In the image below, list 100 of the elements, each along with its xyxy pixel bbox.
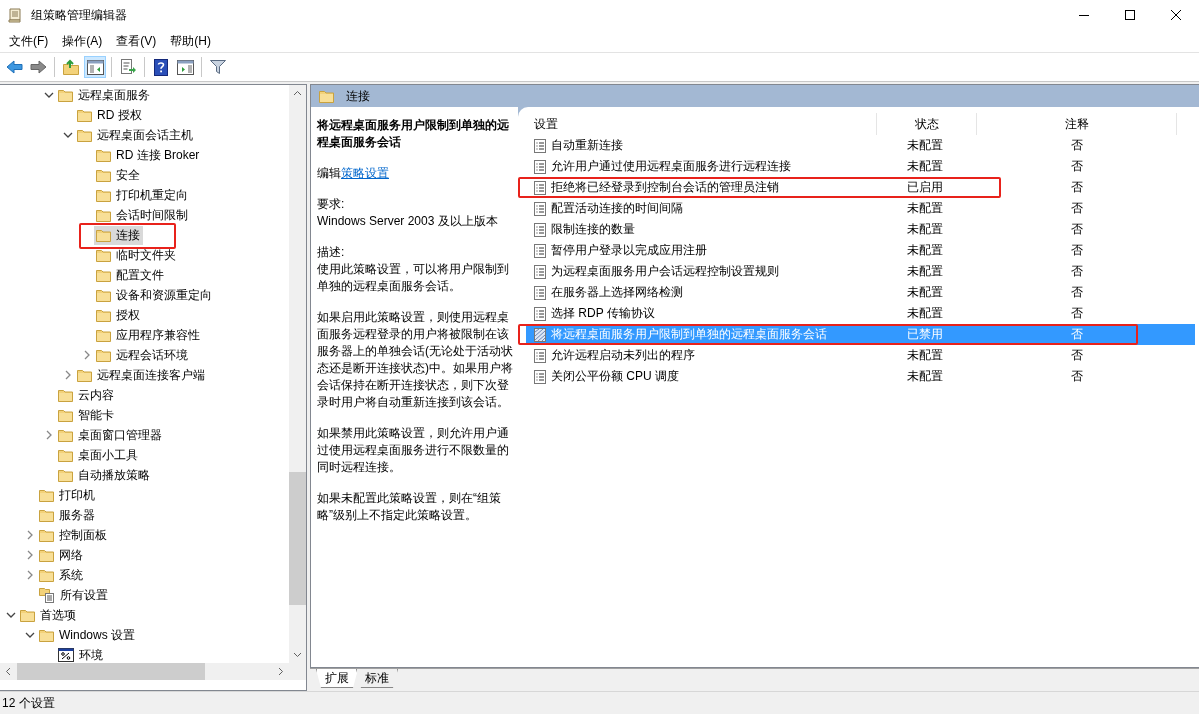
tree-item[interactable]: 智能卡 bbox=[56, 405, 117, 425]
comment-cell-text: 否 bbox=[1070, 137, 1084, 154]
setting-row[interactable]: 配置活动连接的时间间隔 未配置 否 bbox=[526, 198, 1195, 219]
folder-icon bbox=[96, 188, 111, 202]
description-paragraph: 如果未配置此策略设置，则在“组策略”级别上不指定此策略设置。 bbox=[317, 490, 502, 524]
folder-icon bbox=[20, 608, 35, 622]
tree-item[interactable]: 环境 bbox=[56, 645, 106, 663]
folder-icon bbox=[96, 268, 111, 282]
tree-item[interactable]: 系统 bbox=[37, 565, 86, 585]
tree-item[interactable]: 远程桌面服务 bbox=[56, 85, 153, 105]
folder-icon bbox=[58, 408, 73, 422]
tree-item[interactable]: Windows 设置 bbox=[37, 625, 138, 645]
chevron-right-icon[interactable] bbox=[44, 430, 54, 440]
edit-line: 编辑策略设置 bbox=[317, 165, 390, 182]
tree-item[interactable]: 云内容 bbox=[56, 385, 117, 405]
column-header[interactable]: 状态 bbox=[877, 113, 977, 135]
scroll-thumb[interactable] bbox=[17, 663, 205, 680]
list-page-icon bbox=[534, 369, 547, 384]
tree-item[interactable]: 远程桌面连接客户端 bbox=[75, 365, 208, 385]
tree-item[interactable]: 服务器 bbox=[37, 505, 98, 525]
comment-cell-text: 否 bbox=[1070, 284, 1084, 301]
chevron-down-icon[interactable] bbox=[25, 630, 35, 640]
chevron-right-icon[interactable] bbox=[63, 370, 73, 380]
chevron-right-icon[interactable] bbox=[25, 570, 35, 580]
comment-cell-text: 否 bbox=[1070, 368, 1084, 385]
tree-item[interactable]: 网络 bbox=[37, 545, 86, 565]
setting-name: 拒绝将已经登录到控制台会话的管理员注销 bbox=[551, 179, 779, 196]
setting-row[interactable]: 允许用户通过使用远程桌面服务进行远程连接 未配置 否 bbox=[526, 156, 1195, 177]
state-cell-text: 未配置 bbox=[906, 263, 944, 280]
column-header[interactable]: 注释 bbox=[977, 113, 1177, 135]
policy-title: 将远程桌面服务用户限制到单独的远程桌面服务会话 bbox=[317, 117, 510, 151]
state-cell-text: 未配置 bbox=[906, 158, 944, 175]
list-page-icon bbox=[534, 348, 547, 363]
comment-cell-text: 否 bbox=[1070, 158, 1084, 175]
chevron-right-icon[interactable] bbox=[82, 350, 92, 360]
setting-name: 为远程桌面服务用户会话远程控制设置规则 bbox=[551, 263, 779, 280]
horizontal-scrollbar[interactable] bbox=[0, 663, 306, 680]
tree-item[interactable]: 连接 bbox=[94, 225, 143, 245]
tree-item[interactable]: 设备和资源重定向 bbox=[94, 285, 215, 305]
setting-name: 允许用户通过使用远程桌面服务进行远程连接 bbox=[551, 158, 791, 175]
setting-row[interactable]: 限制连接的数量 未配置 否 bbox=[526, 219, 1195, 240]
scroll-thumb[interactable] bbox=[289, 472, 306, 605]
tree-item[interactable]: RD 连接 Broker bbox=[94, 145, 203, 165]
tree-item[interactable]: 远程会话环境 bbox=[94, 345, 191, 365]
help-icon bbox=[154, 58, 168, 76]
vertical-scrollbar[interactable] bbox=[289, 85, 306, 663]
setting-name: 配置活动连接的时间间隔 bbox=[551, 200, 683, 217]
tree-item[interactable]: 自动播放策略 bbox=[56, 465, 153, 485]
setting-row[interactable]: 自动重新连接 未配置 否 bbox=[526, 135, 1195, 156]
tree-item[interactable]: RD 授权 bbox=[75, 105, 145, 125]
view-tab[interactable]: 标准 bbox=[356, 669, 398, 688]
list-page-icon bbox=[534, 159, 547, 174]
menu-item[interactable]: 帮助(H) bbox=[163, 32, 218, 50]
chevron-right-icon[interactable] bbox=[25, 530, 35, 540]
tree-item[interactable]: 安全 bbox=[94, 165, 143, 185]
tree-item[interactable]: 所有设置 bbox=[37, 585, 111, 605]
toolbar-button[interactable] bbox=[84, 56, 106, 78]
setting-row[interactable]: 为远程桌面服务用户会话远程控制设置规则 未配置 否 bbox=[526, 261, 1195, 282]
list-page-icon bbox=[534, 138, 547, 153]
list-page-icon bbox=[534, 243, 547, 258]
setting-row[interactable]: 拒绝将已经登录到控制台会话的管理员注销 已启用 否 bbox=[526, 177, 1195, 198]
section-label: 要求: bbox=[317, 196, 346, 213]
setting-row[interactable]: 暂停用户登录以完成应用注册 未配置 否 bbox=[526, 240, 1195, 261]
setting-row[interactable]: 选择 RDP 传输协议 未配置 否 bbox=[526, 303, 1195, 324]
tree-item[interactable]: 桌面窗口管理器 bbox=[56, 425, 165, 445]
tree-item[interactable]: 桌面小工具 bbox=[56, 445, 141, 465]
view-tab[interactable]: 扩展 bbox=[316, 669, 358, 688]
comment-cell-text: 否 bbox=[1070, 263, 1084, 280]
tree-item[interactable]: 配置文件 bbox=[94, 265, 167, 285]
setting-name: 暂停用户登录以完成应用注册 bbox=[551, 242, 707, 259]
setting-row[interactable]: 关闭公平份额 CPU 调度 未配置 否 bbox=[526, 366, 1195, 387]
maximize-icon bbox=[1125, 10, 1135, 20]
state-cell-text: 已禁用 bbox=[906, 326, 944, 343]
tree-item[interactable]: 首选项 bbox=[18, 605, 79, 625]
scroll-icon bbox=[7, 7, 23, 23]
policy-settings-link[interactable]: 策略设置 bbox=[341, 166, 389, 180]
chevron-right-icon[interactable] bbox=[25, 550, 35, 560]
chevron-down-icon[interactable] bbox=[44, 90, 54, 100]
setting-row[interactable]: 在服务器上选择网络检测 未配置 否 bbox=[526, 282, 1195, 303]
tree-item[interactable]: 会话时间限制 bbox=[94, 205, 191, 225]
comment-cell-text: 否 bbox=[1070, 200, 1084, 217]
menu-item[interactable]: 操作(A) bbox=[55, 32, 110, 50]
tree-item[interactable]: 应用程序兼容性 bbox=[94, 325, 203, 345]
tree-item[interactable]: 控制面板 bbox=[37, 525, 110, 545]
setting-row[interactable]: 允许远程启动未列出的程序 未配置 否 bbox=[526, 345, 1195, 366]
folder-icon bbox=[39, 488, 54, 502]
tree-item[interactable]: 授权 bbox=[94, 305, 143, 325]
chevron-down-icon[interactable] bbox=[63, 130, 73, 140]
tree-item[interactable]: 远程桌面会话主机 bbox=[75, 125, 196, 145]
tree-item[interactable]: 打印机 bbox=[37, 485, 98, 505]
menu-item[interactable]: 查看(V) bbox=[109, 32, 164, 50]
setting-name: 限制连接的数量 bbox=[551, 221, 635, 238]
folder-icon bbox=[58, 88, 73, 102]
tree-item[interactable]: 临时文件夹 bbox=[94, 245, 179, 265]
column-header[interactable]: 设置 bbox=[526, 113, 877, 135]
chevron-down-icon[interactable] bbox=[6, 610, 16, 620]
back-arrow-icon bbox=[5, 60, 23, 74]
comment-cell-text: 否 bbox=[1070, 347, 1084, 364]
tree-item[interactable]: 打印机重定向 bbox=[94, 185, 191, 205]
menu-item[interactable]: 文件(F) bbox=[2, 32, 56, 50]
